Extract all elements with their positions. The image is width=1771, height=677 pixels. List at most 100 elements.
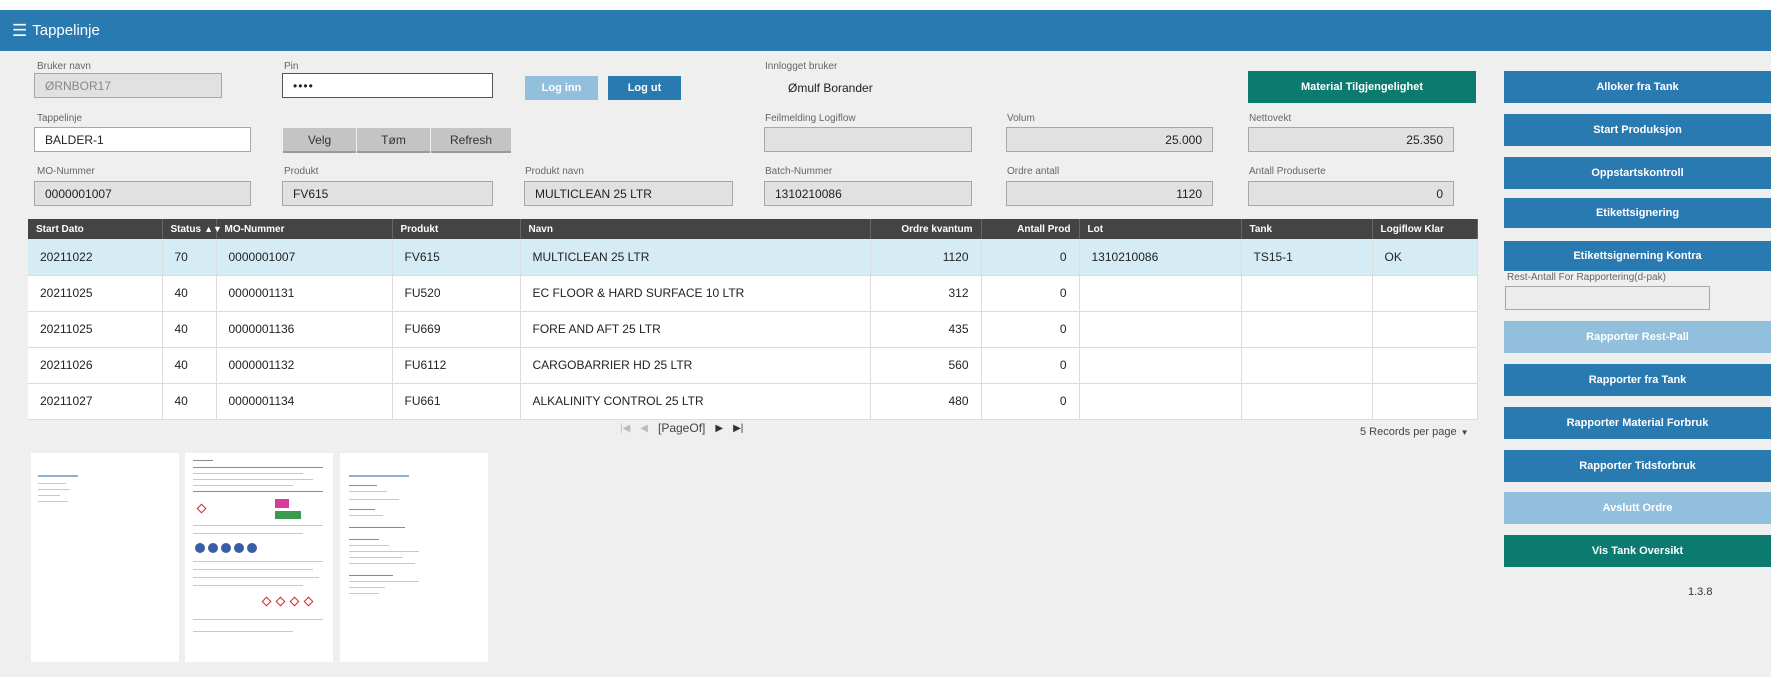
- document-thumbnail-2[interactable]: [185, 453, 333, 662]
- column-header-status[interactable]: Status ▲▼: [162, 219, 222, 239]
- cell-mo-nummer: 0000001132: [216, 347, 393, 384]
- column-header-navn[interactable]: Navn: [520, 219, 871, 239]
- cell-start-dato: 20211026: [28, 347, 163, 384]
- sort-icon[interactable]: ▲▼: [204, 224, 222, 234]
- rapporter-fra-tank-button[interactable]: Rapporter fra Tank: [1504, 364, 1771, 396]
- nettovekt-label: Nettovekt: [1249, 113, 1292, 124]
- cell-start-dato: 20211022: [28, 239, 163, 276]
- table-row[interactable]: 20211022 70 0000001007 FV615 MULTICLEAN …: [28, 239, 1478, 276]
- cell-navn: CARGOBARRIER HD 25 LTR: [520, 347, 871, 384]
- caret-down-icon: ▼: [1460, 427, 1469, 437]
- prev-page-icon[interactable]: ◀: [640, 423, 648, 434]
- etikettsignerning-kontra-button[interactable]: Etikettsignerning Kontra: [1504, 241, 1771, 271]
- cell-status: 40: [162, 383, 217, 420]
- cell-navn: MULTICLEAN 25 LTR: [520, 239, 871, 276]
- cell-navn: FORE AND AFT 25 LTR: [520, 311, 871, 348]
- cell-start-dato: 20211025: [28, 275, 163, 312]
- cell-tank: TS15-1: [1241, 239, 1373, 276]
- rapporter-tidsforbruk-button[interactable]: Rapporter Tidsforbruk: [1504, 450, 1771, 482]
- innlogget-bruker-label: Innlogget bruker: [765, 61, 838, 72]
- document-thumbnail-3[interactable]: [340, 453, 488, 662]
- feilmelding-field: [764, 127, 972, 152]
- cell-logiflow-klar: [1372, 347, 1478, 384]
- table-row[interactable]: 20211025 40 0000001131 FU520 EC FLOOR & …: [28, 275, 1478, 312]
- cell-produkt: FU661: [392, 383, 521, 420]
- start-produksjon-button[interactable]: Start Produksjon: [1504, 114, 1771, 146]
- ordre-antall-field: 1120: [1006, 181, 1213, 206]
- rapporter-material-forbruk-button[interactable]: Rapporter Material Forbruk: [1504, 407, 1771, 439]
- records-per-page-label: 5 Records per page: [1360, 426, 1457, 438]
- column-header-tank[interactable]: Tank: [1241, 219, 1373, 239]
- feilmelding-label: Feilmelding Logiflow: [765, 113, 856, 124]
- menu-icon[interactable]: ☰: [12, 22, 27, 39]
- version-label: 1.3.8: [1688, 586, 1713, 598]
- first-page-icon[interactable]: |◀: [620, 423, 630, 434]
- bruker-navn-label: Bruker navn: [37, 61, 91, 72]
- column-header-logiflow-klar[interactable]: Logiflow Klar: [1372, 219, 1478, 239]
- cell-mo-nummer: 0000001134: [216, 383, 393, 420]
- ordre-antall-label: Ordre antall: [1007, 166, 1060, 177]
- column-header-mo-nummer[interactable]: MO-Nummer: [216, 219, 393, 239]
- pin-field[interactable]: ••••: [282, 73, 493, 98]
- column-header-antall-prod[interactable]: Antall Prod: [981, 219, 1080, 239]
- cell-antall-prod: 0: [981, 275, 1080, 312]
- etikettsignering-button[interactable]: Etikettsignering: [1504, 198, 1771, 228]
- cell-ordre-kvantum: 560: [870, 347, 982, 384]
- cell-produkt: FV615: [392, 239, 521, 276]
- cell-start-dato: 20211025: [28, 311, 163, 348]
- mo-nummer-field: 0000001007: [34, 181, 251, 206]
- volum-label: Volum: [1007, 113, 1035, 124]
- cell-tank: [1241, 383, 1373, 420]
- column-header-ordre-kvantum[interactable]: Ordre kvantum: [870, 219, 982, 239]
- column-header-produkt[interactable]: Produkt: [392, 219, 521, 239]
- records-per-page-select[interactable]: 5 Records per page ▼: [1360, 426, 1469, 438]
- rest-antall-label: Rest-Antall For Rapportering(d-pak): [1507, 272, 1666, 283]
- table-row[interactable]: 20211026 40 0000001132 FU6112 CARGOBARRI…: [28, 347, 1478, 384]
- cell-navn: EC FLOOR & HARD SURFACE 10 LTR: [520, 275, 871, 312]
- antall-produserte-field: 0: [1248, 181, 1454, 206]
- velg-button[interactable]: Velg: [283, 128, 356, 153]
- table-row[interactable]: 20211025 40 0000001136 FU669 FORE AND AF…: [28, 311, 1478, 348]
- produkt-field: FV615: [282, 181, 493, 206]
- rapporter-rest-pall-button[interactable]: Rapporter Rest-Pall: [1504, 321, 1771, 353]
- cell-logiflow-klar: [1372, 311, 1478, 348]
- pin-label: Pin: [284, 61, 299, 72]
- last-page-icon[interactable]: ▶|: [733, 423, 743, 434]
- produkt-navn-field: MULTICLEAN 25 LTR: [524, 181, 733, 206]
- produkt-label: Produkt: [284, 166, 319, 177]
- document-thumbnail-1[interactable]: [31, 453, 179, 662]
- cell-status: 40: [162, 347, 217, 384]
- oppstartskontroll-button[interactable]: Oppstartskontroll: [1504, 157, 1771, 189]
- cell-status: 70: [162, 239, 217, 276]
- tom-button[interactable]: Tøm: [357, 128, 430, 153]
- alloker-fra-tank-button[interactable]: Alloker fra Tank: [1504, 71, 1771, 103]
- cell-antall-prod: 0: [981, 347, 1080, 384]
- material-tilgjengelighet-button[interactable]: Material Tilgjengelighet: [1248, 71, 1476, 103]
- cell-logiflow-klar: [1372, 383, 1478, 420]
- column-header-start-dato[interactable]: Start Dato: [28, 219, 163, 239]
- cell-mo-nummer: 0000001007: [216, 239, 393, 276]
- rest-antall-field[interactable]: [1505, 286, 1710, 310]
- table-row[interactable]: 20211027 40 0000001134 FU661 ALKALINITY …: [28, 383, 1478, 420]
- cell-lot: [1079, 311, 1242, 348]
- column-header-lot[interactable]: Lot: [1079, 219, 1242, 239]
- cell-lot: [1079, 347, 1242, 384]
- cell-ordre-kvantum: 1120: [870, 239, 982, 276]
- tappelinje-field[interactable]: BALDER-1: [34, 127, 251, 152]
- vis-tank-oversikt-button[interactable]: Vis Tank Oversikt: [1504, 535, 1771, 567]
- next-page-icon[interactable]: ▶: [715, 423, 723, 434]
- refresh-button[interactable]: Refresh: [431, 128, 511, 153]
- cell-mo-nummer: 0000001131: [216, 275, 393, 312]
- cell-status: 40: [162, 275, 217, 312]
- batch-nummer-label: Batch-Nummer: [765, 166, 833, 177]
- pager: |◀ ◀ [PageOf] ▶ ▶|: [620, 421, 743, 435]
- cell-produkt: FU669: [392, 311, 521, 348]
- cell-tank: [1241, 347, 1373, 384]
- mo-nummer-label: MO-Nummer: [37, 166, 95, 177]
- table-header-row: Start Dato Status ▲▼ MO-Nummer Produkt Na…: [28, 219, 1478, 239]
- avslutt-ordre-button[interactable]: Avslutt Ordre: [1504, 492, 1771, 524]
- cell-ordre-kvantum: 480: [870, 383, 982, 420]
- log-inn-button[interactable]: Log inn: [525, 76, 598, 100]
- bruker-navn-field[interactable]: ØRNBOR17: [34, 73, 222, 98]
- log-ut-button[interactable]: Log ut: [608, 76, 681, 100]
